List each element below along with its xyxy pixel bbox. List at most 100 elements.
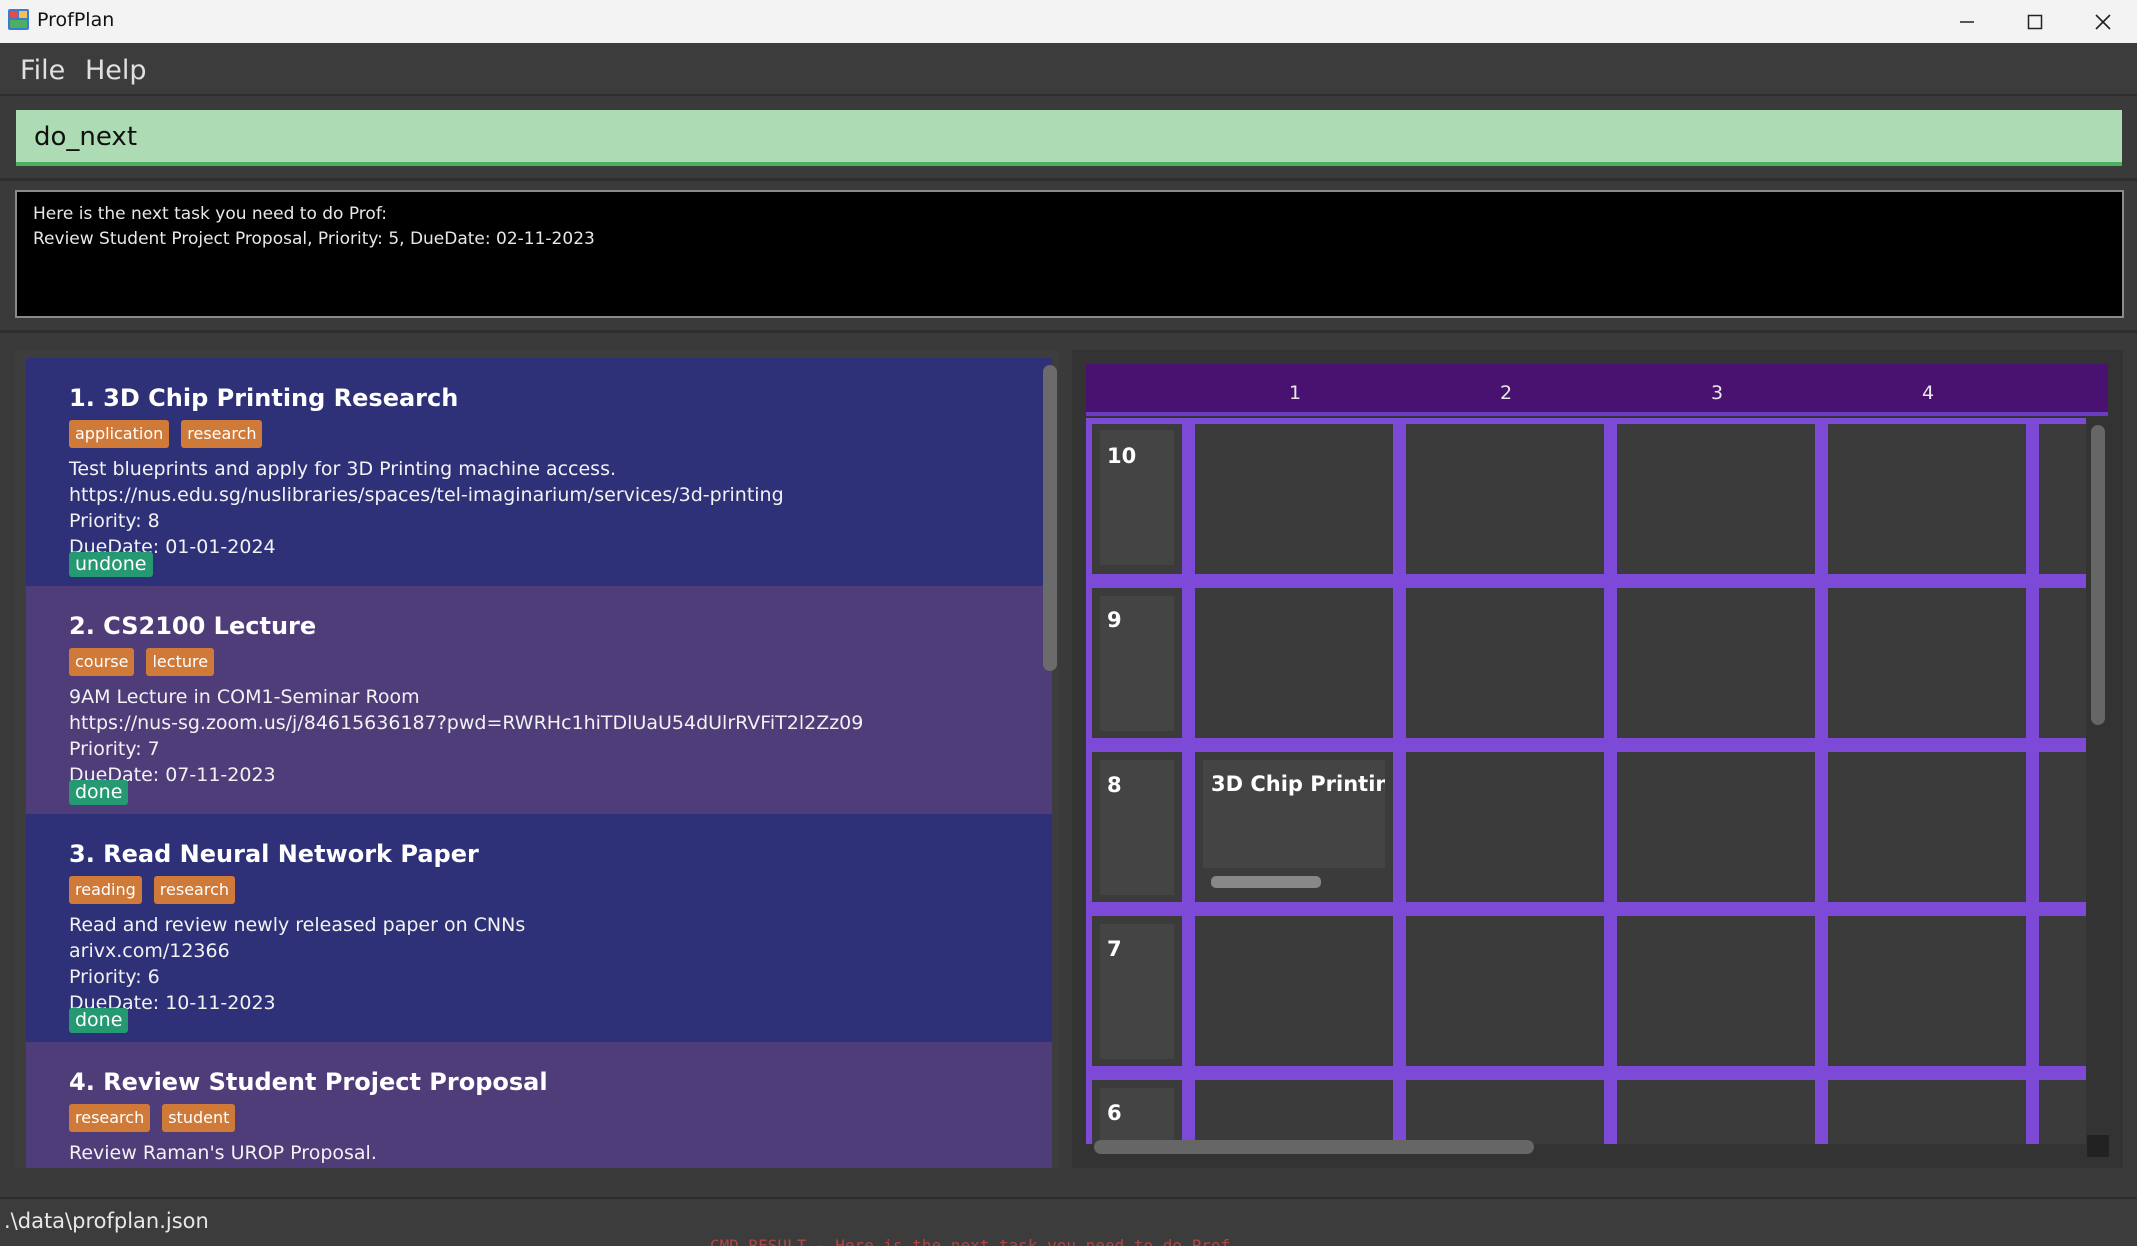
calendar-cell[interactable]: 3D Chip Printing R — [1195, 752, 1393, 902]
command-area: do_next — [0, 98, 2137, 178]
calendar-cell[interactable] — [1617, 424, 1815, 574]
calendar-cell[interactable] — [1617, 588, 1815, 738]
calendar-cell[interactable] — [1195, 588, 1393, 738]
calendar-cell[interactable] — [1406, 752, 1604, 902]
calendar-cell[interactable] — [1195, 424, 1393, 574]
task-link: arivx.com/12366 — [69, 940, 230, 962]
menu-file[interactable]: File — [20, 55, 65, 86]
calendar-panel: 1 2 3 4 10 9 8 3D Chip Printin 7 6 — [1072, 350, 2123, 1168]
row-label: 7 — [1107, 937, 1122, 961]
window-title: ProfPlan — [37, 9, 115, 31]
row-label: 8 — [1107, 773, 1122, 797]
calendar-cell[interactable] — [1617, 752, 1815, 902]
task-list-panel: 1. 3D Chip Printing Research application… — [14, 350, 1059, 1168]
task-tags: research student — [69, 1104, 236, 1132]
calendar-cell[interactable] — [1406, 916, 1604, 1066]
menu-help[interactable]: Help — [85, 55, 147, 86]
task-card-1[interactable]: 1. 3D Chip Printing Research application… — [26, 358, 1052, 586]
task-title: 2. CS2100 Lecture — [69, 612, 317, 640]
calendar-cell[interactable] — [1406, 424, 1604, 574]
event-scrollbar[interactable] — [1211, 876, 1321, 888]
calendar-event[interactable]: 3D Chip Printing R — [1203, 760, 1385, 868]
column-header: 2 — [1500, 382, 1513, 404]
tag-badge: student — [162, 1104, 236, 1132]
calendar-cell[interactable] — [1828, 1080, 2026, 1144]
tag-badge: research — [153, 876, 235, 904]
command-input[interactable]: do_next — [16, 110, 2122, 166]
scroll-corner — [2087, 1135, 2109, 1157]
menu-bar: File Help — [0, 43, 2137, 96]
tag-badge: application — [69, 420, 170, 448]
task-title: 3. Read Neural Network Paper — [69, 840, 479, 868]
calendar-horizontal-scrollbar[interactable] — [1094, 1140, 1534, 1154]
calendar-cell[interactable] — [1617, 916, 1815, 1066]
task-tags: application research — [69, 420, 263, 448]
minimize-icon — [1960, 20, 1974, 23]
tag-badge: research — [69, 1104, 151, 1132]
close-icon — [2095, 13, 2111, 30]
calendar-grid: 10 9 8 3D Chip Printing R — [1086, 418, 2086, 1144]
separator — [0, 330, 2137, 333]
task-description: Review Raman's UROP Proposal. — [69, 1142, 377, 1164]
task-description: Read and review newly released paper on … — [69, 914, 526, 936]
calendar-cell[interactable] — [1195, 1080, 1393, 1144]
task-priority: Priority: 7 — [69, 738, 160, 760]
tag-badge: reading — [69, 876, 142, 904]
calendar-header: 1 2 3 4 — [1086, 364, 2108, 416]
calendar-cell[interactable] — [2039, 1080, 2086, 1144]
calendar-cell[interactable] — [1406, 588, 1604, 738]
close-button[interactable] — [2069, 0, 2137, 43]
app-window: ProfPlan File Help do_next Here is the n… — [0, 0, 2137, 1246]
tag-badge: course — [69, 648, 135, 676]
task-tags: reading research — [69, 876, 235, 904]
tag-badge: research — [181, 420, 263, 448]
calendar-cell[interactable] — [1828, 588, 2026, 738]
status-bar: .\data\profplan.json CMD_RESULT - Here i… — [0, 1197, 2137, 1246]
result-line-1: Here is the next task you need to do Pro… — [33, 204, 387, 224]
calendar-cell[interactable] — [1406, 1080, 1604, 1144]
status-badge: undone — [69, 552, 153, 577]
row-label: 6 — [1107, 1101, 1122, 1125]
calendar-cell[interactable] — [1617, 1080, 1815, 1144]
task-priority: Priority: 8 — [69, 510, 160, 532]
command-input-text: do_next — [34, 122, 138, 152]
calendar-cell[interactable] — [1828, 424, 2026, 574]
data-file-path: .\data\profplan.json — [4, 1209, 209, 1233]
title-bar: ProfPlan — [0, 0, 2137, 43]
status-badge: done — [69, 780, 129, 805]
task-tags: course lecture — [69, 648, 215, 676]
task-link: https://nus-sg.zoom.us/j/84615636187?pwd… — [69, 712, 864, 734]
minimize-button[interactable] — [1933, 0, 2001, 43]
maximize-icon — [2027, 14, 2043, 29]
calendar-cell[interactable] — [1195, 916, 1393, 1066]
separator — [0, 178, 2137, 181]
task-description: Test blueprints and apply for 3D Printin… — [69, 458, 617, 480]
calendar-cell[interactable] — [2039, 752, 2086, 902]
task-list-scrollbar[interactable] — [1043, 365, 1057, 671]
calendar-cell[interactable] — [1828, 916, 2026, 1066]
calendar-cell[interactable] — [2039, 424, 2086, 574]
column-header: 3 — [1711, 382, 1724, 404]
column-header: 1 — [1289, 382, 1302, 404]
tag-badge: lecture — [146, 648, 215, 676]
event-title: 3D Chip Printing R — [1211, 772, 1385, 796]
task-card-3[interactable]: 3. Read Neural Network Paper reading res… — [26, 814, 1052, 1042]
task-card-4[interactable]: 4. Review Student Project Proposal resea… — [26, 1042, 1052, 1168]
result-display: Here is the next task you need to do Pro… — [15, 190, 2124, 318]
task-card-2[interactable]: 2. CS2100 Lecture course lecture 9AM Lec… — [26, 586, 1052, 814]
calendar-cell[interactable] — [2039, 916, 2086, 1066]
status-ghost-text: CMD_RESULT - Here is the next task you n… — [710, 1236, 1231, 1246]
task-title: 4. Review Student Project Proposal — [69, 1068, 548, 1096]
row-label: 9 — [1107, 608, 1122, 632]
row-label: 10 — [1107, 444, 1137, 468]
task-priority: Priority: 6 — [69, 966, 160, 988]
task-link: https://nus.edu.sg/nuslibraries/spaces/t… — [69, 484, 784, 506]
task-title: 1. 3D Chip Printing Research — [69, 384, 459, 412]
calendar-cell[interactable] — [2039, 588, 2086, 738]
calendar-cell[interactable] — [1828, 752, 2026, 902]
status-badge: done — [69, 1008, 129, 1033]
column-header: 4 — [1922, 382, 1935, 404]
maximize-button[interactable] — [2001, 0, 2069, 43]
task-description: 9AM Lecture in COM1-Seminar Room — [69, 686, 420, 708]
calendar-vertical-scrollbar[interactable] — [2091, 425, 2105, 725]
